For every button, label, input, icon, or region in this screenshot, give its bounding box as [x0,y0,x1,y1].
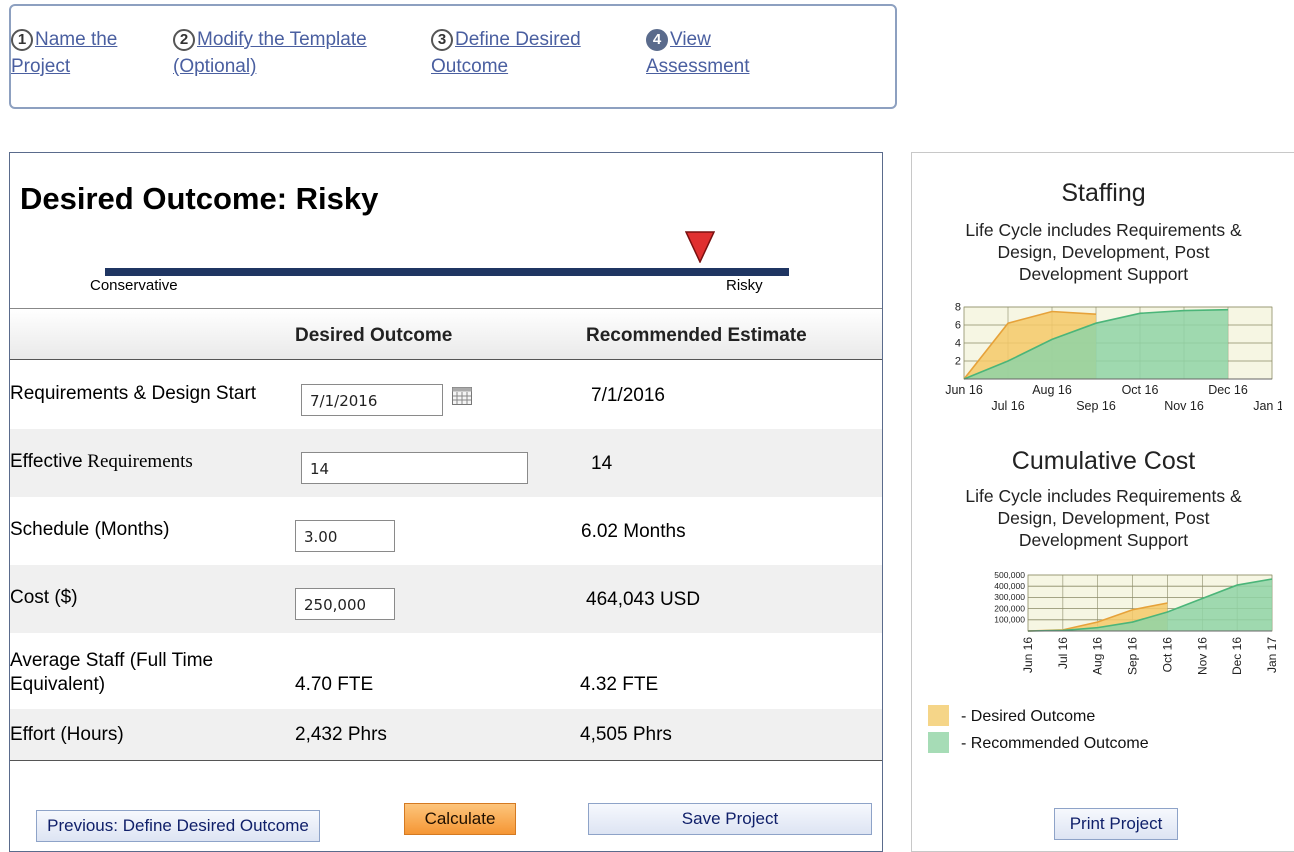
staffing-chart: 8 6 4 2 Jun 16 Jul 16 Aug 16 Sep 16 Oct 16 Nov 16… [912,299,1282,424]
step-3-link-line1[interactable]: Define Desired [455,29,581,50]
print-project-button[interactable]: Print Project [1054,808,1178,840]
step-4-link-line2[interactable]: Assessment [646,56,749,77]
y-tick-label: 400,000 [994,581,1025,591]
staffing-chart-title: Staffing [912,179,1294,208]
step-4-icon: 4 [646,29,668,51]
cost-chart-title: Cumulative Cost [912,447,1294,476]
step-name-project[interactable]: 1Name the Project [11,26,151,80]
wizard-steps: 1Name the Project 2Modify the Template (… [9,4,897,109]
desired-effort: 2,432 Phrs [295,724,387,746]
row-label: Cost ($) [10,587,78,609]
cost-input[interactable]: 250,000 [295,588,395,620]
recommended-average-staff: 4.32 FTE [580,674,658,696]
header-recommended-estimate: Recommended Estimate [586,325,807,347]
x-tick-label: Nov 16 [1164,399,1204,413]
risk-scale-bar [105,268,789,276]
row-label: Average Staff (Full TimeEquivalent) [10,649,213,697]
x-tick-label: Jan 17 [1265,637,1279,673]
step-2-icon: 2 [173,29,195,51]
x-tick-label: Dec 16 [1208,383,1248,397]
start-date-input[interactable]: 7/1/2016 [301,384,443,416]
staffing-chart-subtitle: Life Cycle includes Requirements & Desig… [942,219,1265,285]
step-1-link-line1[interactable]: Name the [35,29,117,50]
step-3-icon: 3 [431,29,453,51]
charts-panel: Staffing Life Cycle includes Requirement… [911,152,1294,852]
calculate-button[interactable]: Calculate [404,803,516,835]
cost-chart-subtitle: Life Cycle includes Requirements & Desig… [942,485,1265,551]
x-tick-label: Nov 16 [1195,637,1209,675]
y-tick-label: 8 [955,302,961,314]
row-label: Effective Requirements [10,451,193,473]
legend-desired: - Desired Outcome [928,705,1095,726]
header-desired-outcome: Desired Outcome [295,325,452,347]
y-tick-label: 500,000 [994,570,1025,580]
recommended-cost: 464,043 USD [586,589,700,611]
row-label: Requirements & Design Start [10,383,256,405]
y-tick-label: 100,000 [994,615,1025,625]
step-4-link-line1[interactable]: View [670,29,711,50]
table-row-cost: Cost ($) 250,000 464,043 USD [10,565,882,633]
x-tick-label: Aug 16 [1091,637,1105,675]
recommended-effective-requirements: 14 [591,453,612,475]
y-tick-label: 4 [955,338,961,350]
step-1-icon: 1 [11,29,33,51]
cumulative-cost-chart: 500,000400,000300,000200,000 100,000 Jun 1… [912,561,1282,691]
x-tick-label: Jun 16 [945,383,983,397]
x-tick-label: Sep 16 [1126,637,1140,675]
x-tick-label: Jul 16 [991,399,1024,413]
table-row-req-design-start: Requirements & Design Start 7/1/2016 7/1… [10,361,882,429]
step-define-outcome[interactable]: 3Define Desired Outcome [431,26,621,80]
step-2-link-line2[interactable]: (Optional) [173,56,256,77]
previous-button[interactable]: Previous: Define Desired Outcome [36,810,320,842]
row-label: Schedule (Months) [10,519,169,541]
table-row-schedule: Schedule (Months) 3.00 6.02 Months [10,497,882,565]
step-modify-template[interactable]: 2Modify the Template (Optional) [173,26,413,80]
x-tick-label: Dec 16 [1230,637,1244,675]
row-label: Effort (Hours) [10,724,124,746]
x-tick-label: Jul 16 [1056,637,1070,669]
scale-label-conservative: Conservative [90,277,178,294]
table-row-effort: Effort (Hours) 2,432 Phrs 4,505 Phrs [10,709,882,760]
step-1-link-line2[interactable]: Project [11,56,70,77]
effective-requirements-input[interactable]: 14 [301,452,528,484]
save-project-button[interactable]: Save Project [588,803,872,835]
y-tick-label: 6 [955,320,961,332]
x-tick-label: Jun 16 [1021,637,1035,673]
legend-recommended: - Recommended Outcome [928,732,1149,753]
scale-label-risky: Risky [726,277,763,294]
table-footer-divider [10,760,882,761]
x-tick-label: Aug 16 [1032,383,1072,397]
x-tick-label: Oct 16 [1122,383,1159,397]
table-header: Desired Outcome Recommended Estimate [10,308,882,360]
y-tick-label: 200,000 [994,603,1025,613]
x-tick-label: Oct 16 [1160,637,1174,673]
calendar-icon[interactable] [452,387,472,405]
step-view-assessment[interactable]: 4View Assessment [646,26,786,80]
y-tick-label: 300,000 [994,592,1025,602]
recommended-schedule: 6.02 Months [581,521,686,543]
step-2-link-line1[interactable]: Modify the Template [197,29,367,50]
step-3-link-line2[interactable]: Outcome [431,56,508,77]
table-row-effective-requirements: Effective Requirements 14 14 [10,429,882,497]
page-title: Desired Outcome: Risky [20,181,378,217]
y-tick-label: 2 [955,356,961,368]
risk-marker-icon [685,231,715,263]
recommended-effort: 4,505 Phrs [580,724,672,746]
assessment-panel: Desired Outcome: Risky Conservative Risk… [9,152,883,852]
legend-desired-swatch [928,705,949,726]
recommended-start-date: 7/1/2016 [591,385,665,407]
desired-average-staff: 4.70 FTE [295,674,373,696]
legend-recommended-swatch [928,732,949,753]
schedule-input[interactable]: 3.00 [295,520,395,552]
x-tick-label: Jan 17 [1253,399,1282,413]
table-row-average-staff: Average Staff (Full TimeEquivalent) 4.70… [10,633,882,709]
x-tick-label: Sep 16 [1076,399,1116,413]
